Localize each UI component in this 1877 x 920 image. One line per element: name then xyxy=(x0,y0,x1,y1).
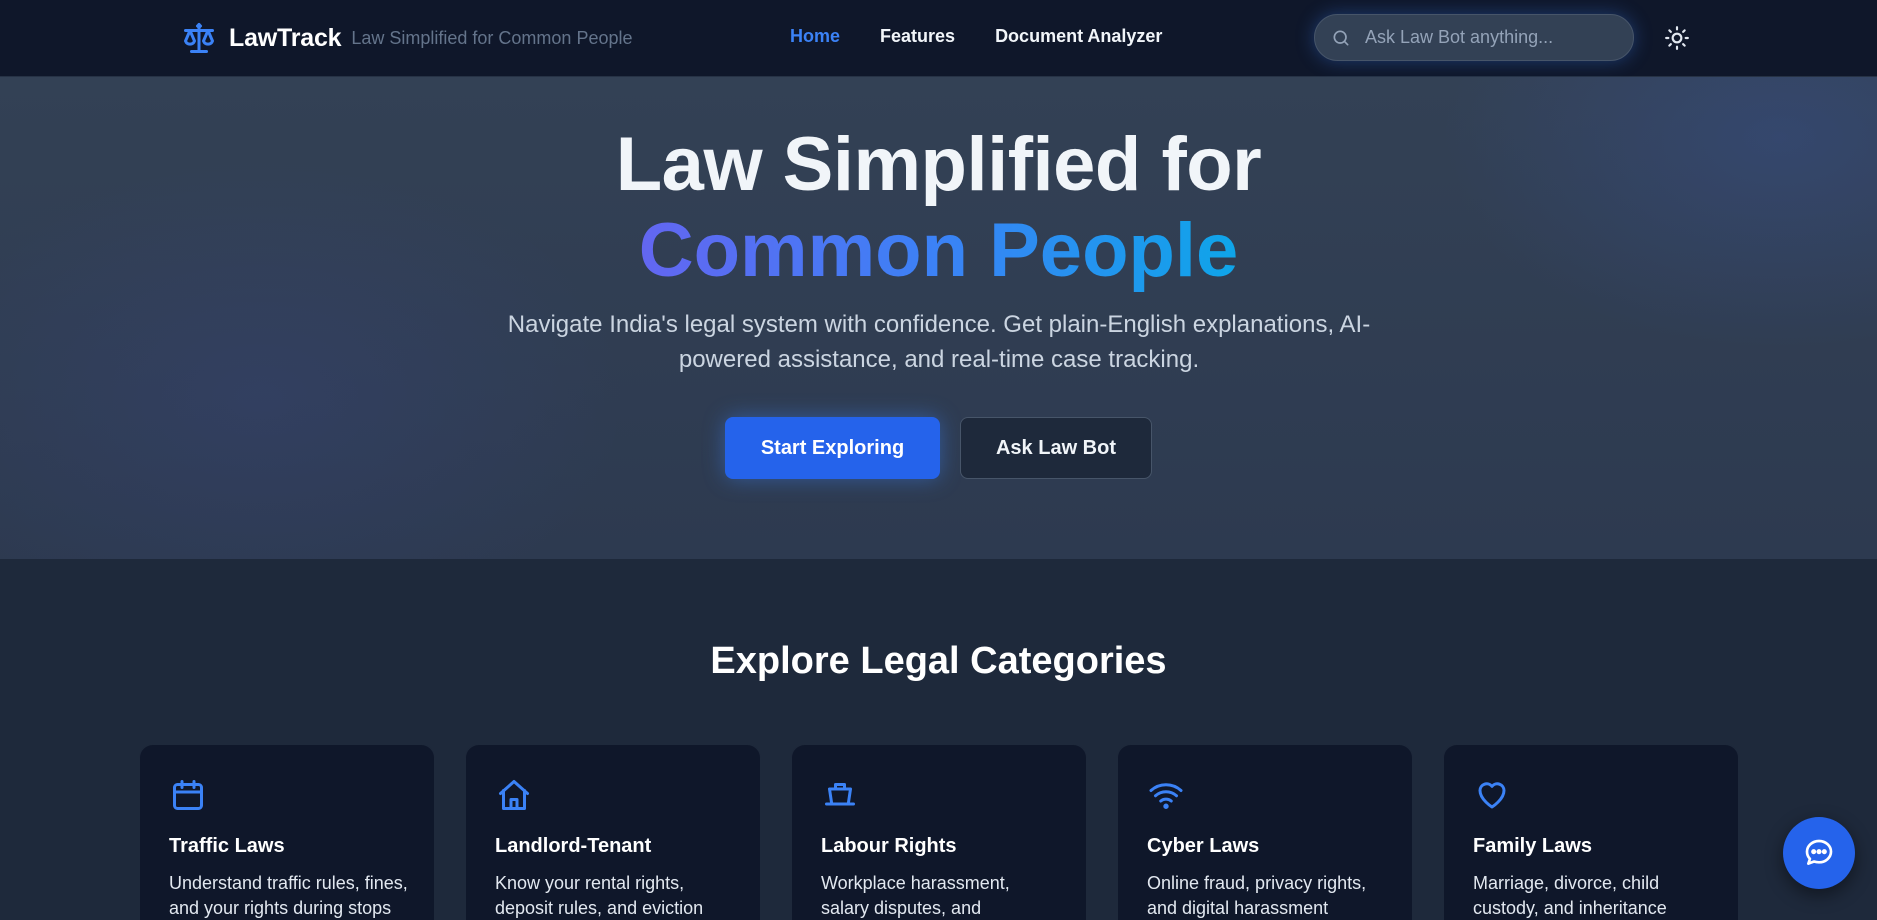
category-card-cyber[interactable]: Cyber Laws Online fraud, privacy rights,… xyxy=(1117,744,1413,920)
card-title: Labour Rights xyxy=(821,835,957,857)
card-title: Family Laws xyxy=(1473,835,1592,857)
start-exploring-button[interactable]: Start Exploring xyxy=(725,417,940,479)
card-title: Cyber Laws xyxy=(1147,835,1260,857)
nav-link-features[interactable]: Features xyxy=(880,26,955,47)
categories-title: Explore Legal Categories xyxy=(710,640,1167,682)
heart-icon xyxy=(1478,782,1506,809)
card-title: Landlord-Tenant xyxy=(495,835,652,857)
home-icon xyxy=(499,780,529,810)
card-description: Online fraud, privacy rights, and digita… xyxy=(1147,873,1367,918)
hero-subtitle: Navigate India's legal system with confi… xyxy=(507,311,1371,373)
hero-title-gradient-text: Common People xyxy=(638,208,1239,293)
calendar-icon xyxy=(173,780,203,810)
category-card-labour[interactable]: Labour Rights Workplace harassment, sala… xyxy=(791,744,1087,920)
top-navbar: LawTrack Law Simplified for Common Peopl… xyxy=(0,0,1877,77)
brand-name: LawTrack xyxy=(229,23,342,52)
nav-links: Home Features Document Analyzer xyxy=(790,26,1162,47)
card-description: Understand traffic rules, fines, and you… xyxy=(169,873,408,918)
search-icon xyxy=(1333,30,1349,46)
category-card-landlord-tenant[interactable]: Landlord-Tenant Know your rental rights,… xyxy=(465,744,761,920)
brand[interactable]: LawTrack Law Simplified for Common Peopl… xyxy=(181,19,633,57)
chat-fab-button[interactable] xyxy=(1783,817,1855,889)
category-card-family[interactable]: Family Laws Marriage, divorce, child cus… xyxy=(1443,744,1739,920)
search-input[interactable] xyxy=(1365,15,1633,60)
ask-law-bot-button[interactable]: Ask Law Bot xyxy=(960,417,1152,479)
briefcase-icon xyxy=(825,783,855,806)
scales-icon xyxy=(184,23,214,53)
brand-tagline: Law Simplified for Common People xyxy=(351,27,633,48)
nav-link-document-analyzer[interactable]: Document Analyzer xyxy=(995,26,1162,47)
hero-section: Law Simplified for Common People Navigat… xyxy=(0,77,1877,559)
card-description: Workplace harassment, salary disputes, a… xyxy=(821,873,1010,918)
wifi-icon xyxy=(1149,783,1183,809)
card-description: Marriage, divorce, child custody, and in… xyxy=(1473,873,1667,918)
nav-link-home[interactable]: Home xyxy=(790,26,840,47)
card-description: Know your rental rights, deposit rules, … xyxy=(495,873,704,918)
category-card-traffic[interactable]: Traffic Laws Understand traffic rules, f… xyxy=(139,744,435,920)
hero-title-accent: Common People xyxy=(0,207,1877,295)
sun-icon[interactable] xyxy=(1664,25,1690,51)
law-bot-search[interactable] xyxy=(1314,14,1634,61)
hero-title: Law Simplified for xyxy=(615,122,1262,207)
card-title: Traffic Laws xyxy=(169,835,285,857)
chat-bubble-icon xyxy=(1805,839,1833,865)
